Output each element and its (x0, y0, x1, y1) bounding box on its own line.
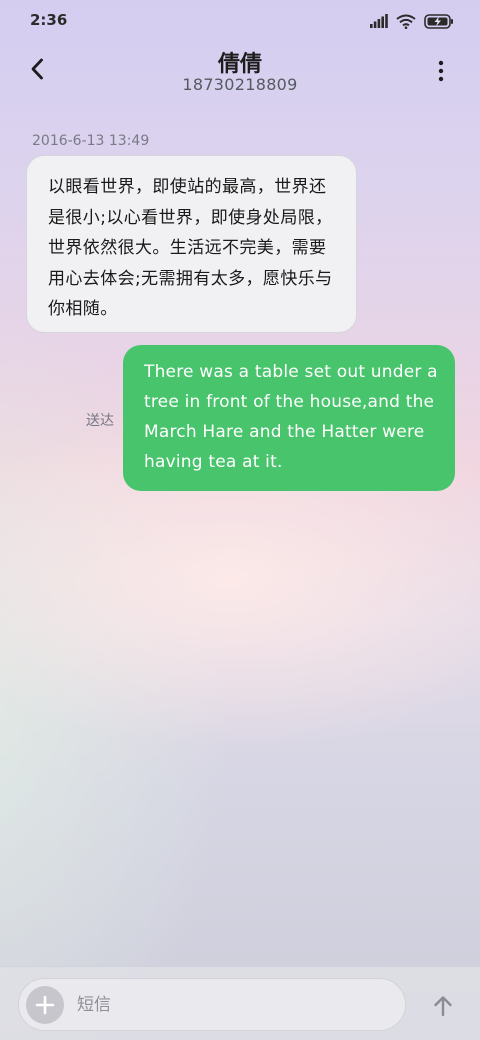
send-arrow-icon (434, 996, 452, 1017)
wifi-icon (396, 14, 416, 29)
more-options-button[interactable] (426, 56, 456, 86)
sms-input[interactable] (77, 987, 393, 1023)
status-bar: 2:36 (0, 0, 480, 40)
status-time: 2:36 (30, 11, 68, 29)
contact-name: 倩倩 (217, 52, 262, 77)
message-timestamp: 2016-6-13 13:49 (32, 133, 150, 149)
plus-icon (35, 995, 55, 1015)
more-vertical-icon (438, 60, 444, 82)
incoming-message-bubble[interactable]: 以眼看世界，即使站的最高，世界还是很小;以心看世界，即使身处局限，世界依然很大。… (26, 155, 357, 333)
composer-pill (18, 978, 406, 1031)
conversation-header: 倩倩 18730218809 (0, 44, 480, 102)
send-button[interactable] (428, 991, 458, 1021)
add-attachment-button[interactable] (26, 986, 64, 1024)
outgoing-message-bubble[interactable]: There was a table set out under a tree i… (123, 345, 455, 491)
composer-bar (0, 966, 480, 1040)
battery-charging-icon (424, 13, 453, 29)
status-icons (370, 12, 454, 30)
contact-number: 18730218809 (182, 75, 298, 94)
signal-icon (370, 14, 388, 28)
delivery-status: 送达 (86, 413, 114, 429)
